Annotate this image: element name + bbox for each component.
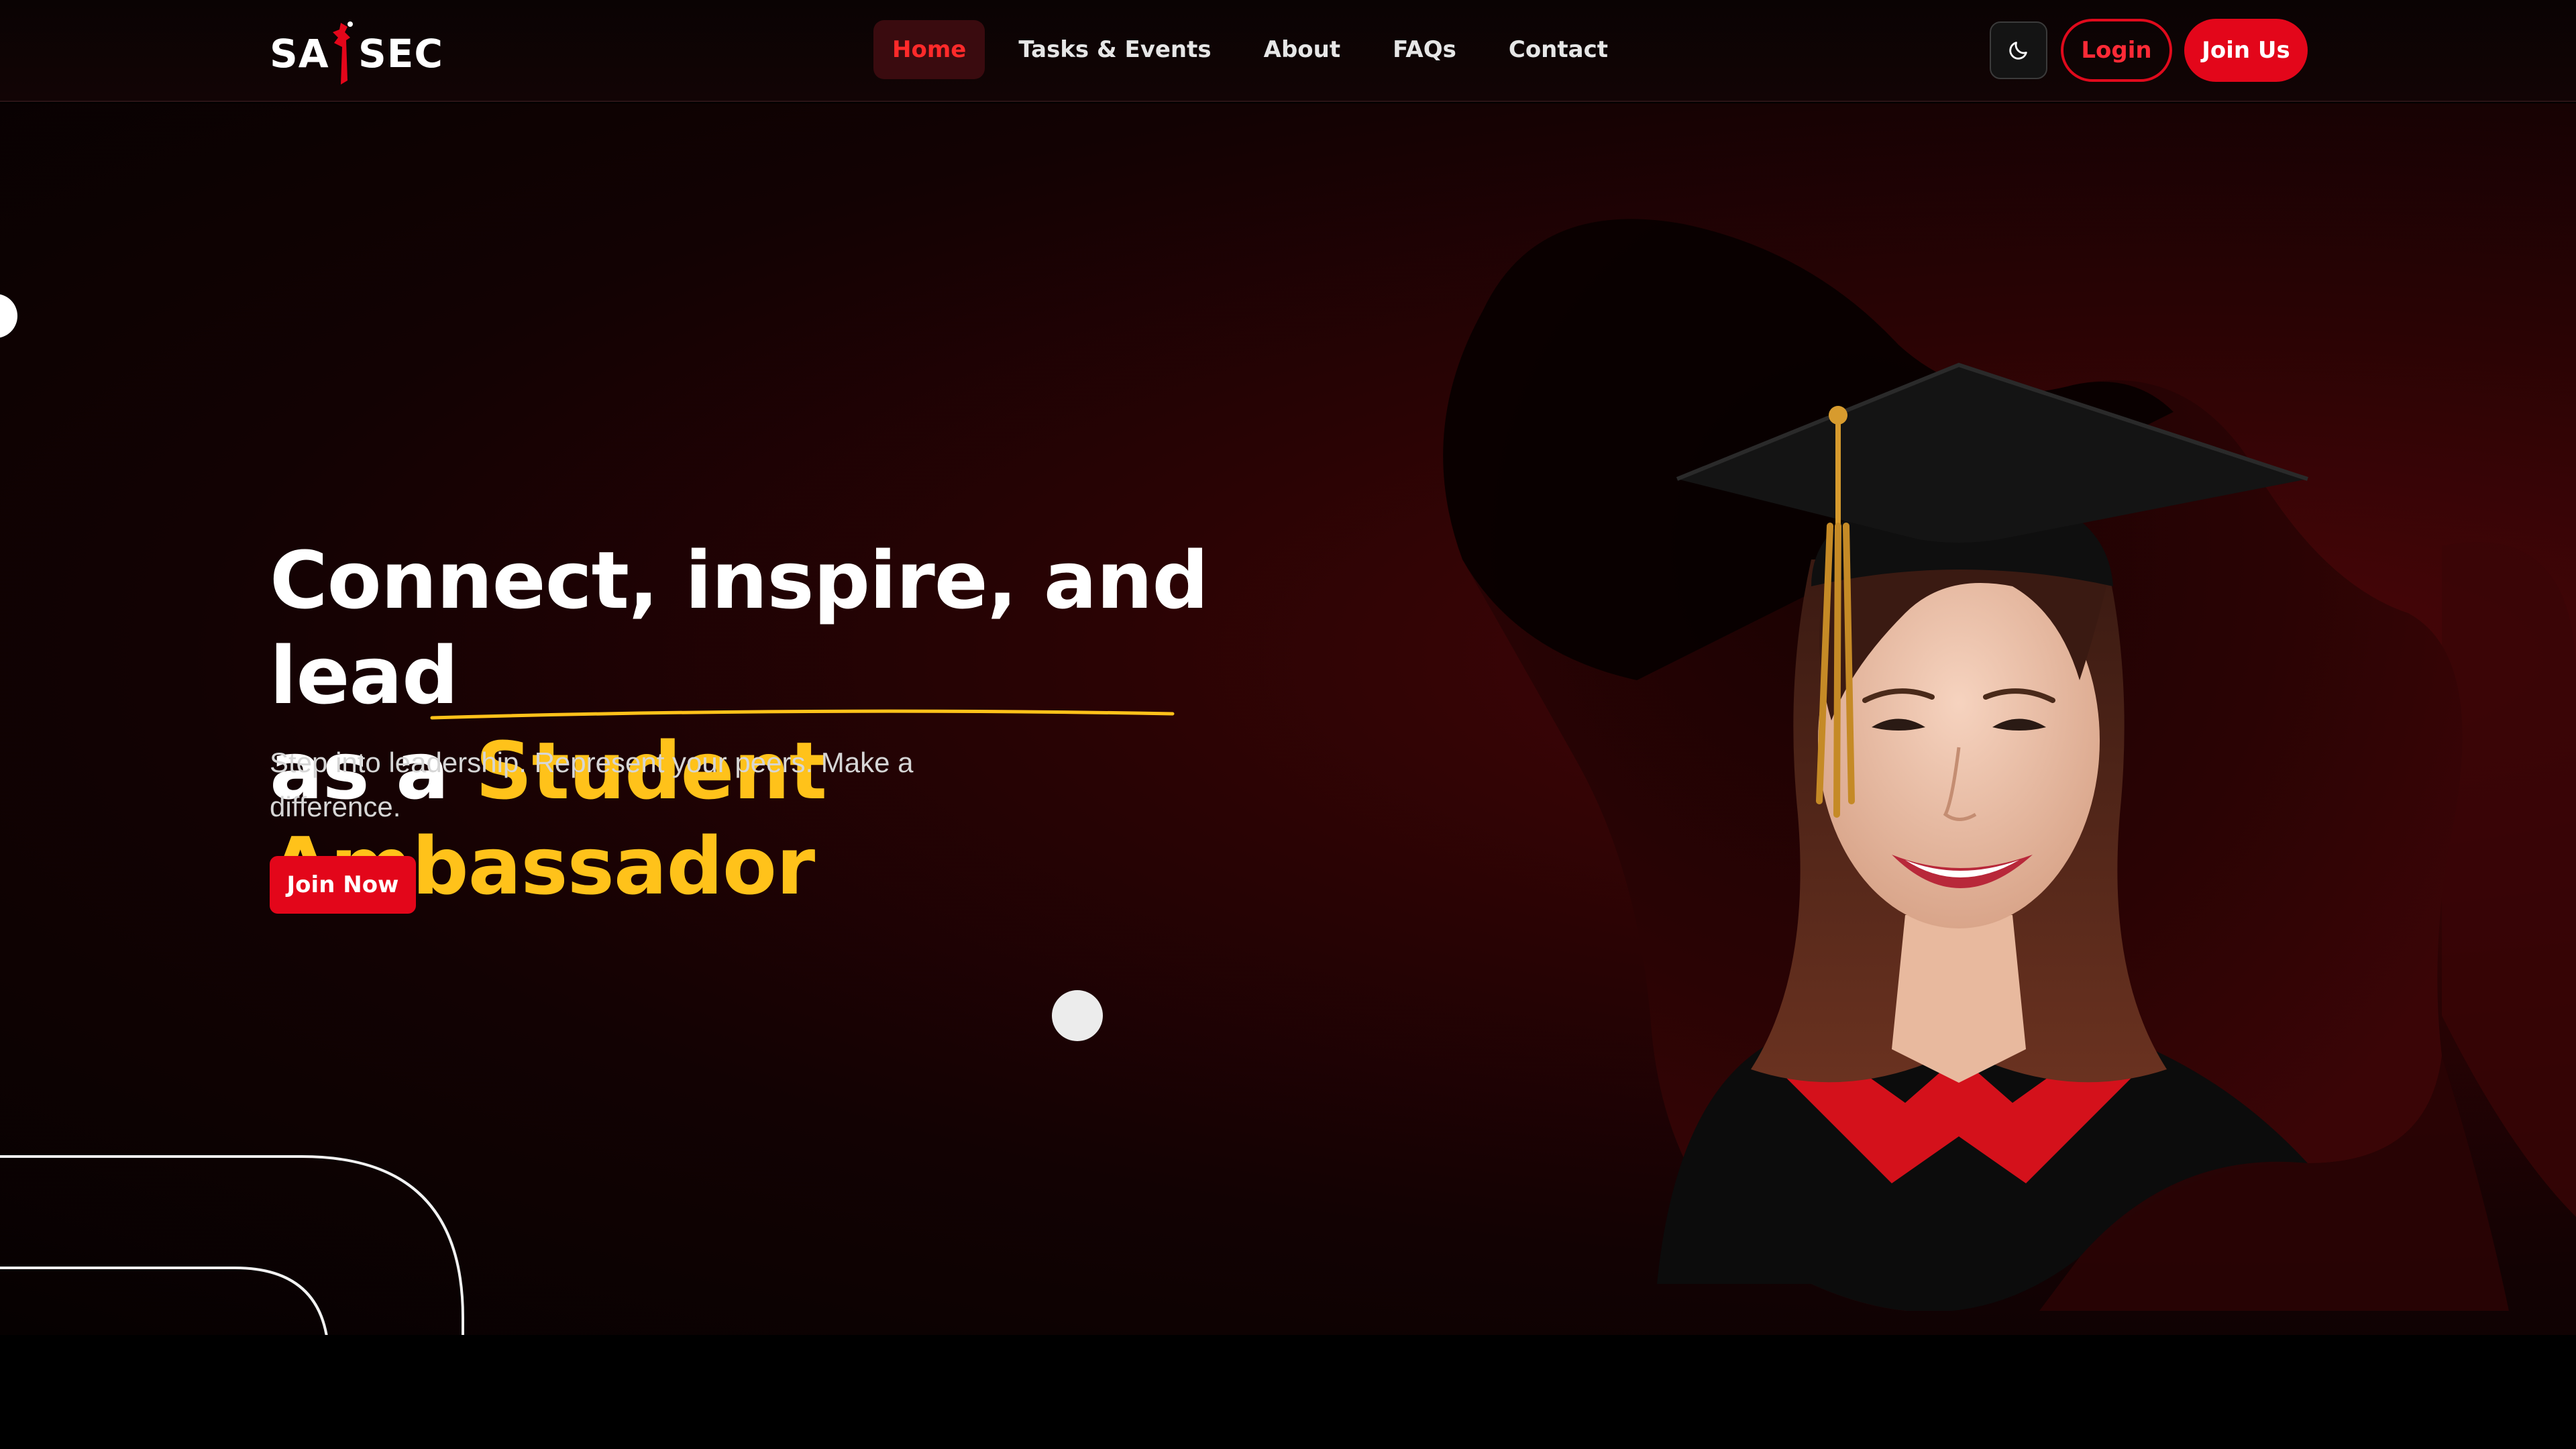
highlight-underline (430, 709, 1175, 720)
page: SA SEC Home Tasks & Events About FAQs Co… (0, 0, 2576, 1449)
hero-section: Connect, inspire, and lead as a Student … (0, 103, 2576, 1335)
decor-dot (0, 294, 17, 338)
hero-title-line1: Connect, inspire, and lead (270, 534, 1209, 722)
nav-link-home[interactable]: Home (873, 20, 985, 79)
login-button[interactable]: Login (2061, 19, 2172, 82)
decor-dot (1052, 990, 1103, 1041)
theme-toggle-button[interactable] (1990, 21, 2047, 79)
nav-links: Home Tasks & Events About FAQs Contact (873, 20, 1642, 79)
graduate-portrait (1443, 219, 2576, 1311)
logo-figure-icon (333, 21, 353, 85)
page-bottom-band (0, 1335, 2576, 1449)
join-now-button[interactable]: Join Now (270, 856, 416, 914)
hero-subtitle: Step into leadership. Represent your pee… (270, 747, 914, 822)
logo[interactable]: SA SEC (270, 20, 444, 85)
decorative-corner-lines (0, 1155, 464, 1335)
navbar: SA SEC Home Tasks & Events About FAQs Co… (0, 0, 2576, 102)
nav-link-tasks-events[interactable]: Tasks & Events (1000, 20, 1230, 79)
logo-text-right: SEC (358, 31, 443, 76)
nav-link-contact[interactable]: Contact (1490, 20, 1627, 79)
nav-link-faqs[interactable]: FAQs (1374, 20, 1475, 79)
nav-link-about[interactable]: About (1245, 20, 1359, 79)
join-us-button[interactable]: Join Us (2184, 19, 2308, 82)
moon-icon (2009, 42, 2027, 60)
